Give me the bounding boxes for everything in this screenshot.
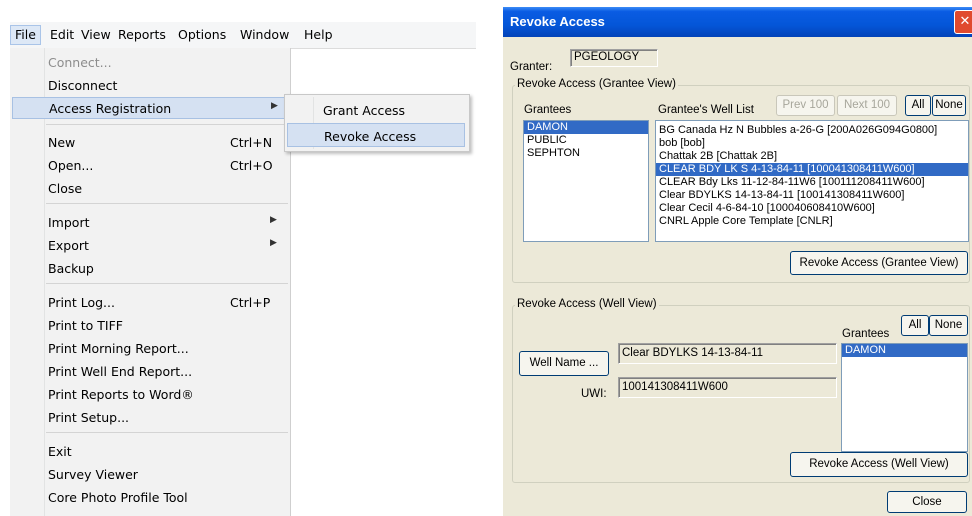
menu-item-exit[interactable]: Exit bbox=[12, 441, 288, 463]
well-name-button[interactable]: Well Name ... bbox=[519, 351, 609, 376]
menu-reports[interactable]: Reports bbox=[114, 26, 170, 44]
all-button-well-view[interactable]: All bbox=[901, 315, 929, 336]
list-item[interactable]: BG Canada Hz N Bubbles a-26-G [200A026G0… bbox=[656, 124, 968, 137]
grantees-well-view-label: Grantees bbox=[842, 328, 890, 340]
list-item[interactable]: PUBLIC bbox=[524, 134, 648, 147]
list-item[interactable]: Clear Cecil 4-6-84-10 [100040608410W600] bbox=[656, 202, 968, 215]
menu-bar: File Edit View Reports Options Window He… bbox=[10, 22, 476, 49]
submenu-arrow-icon: ▶ bbox=[270, 215, 277, 225]
wells-listbox[interactable]: BG Canada Hz N Bubbles a-26-G [200A026G0… bbox=[655, 120, 969, 242]
uwi-field: 100141308411W600 bbox=[618, 377, 837, 398]
menu-view[interactable]: View bbox=[77, 26, 115, 44]
uwi-label: UWI: bbox=[581, 388, 607, 400]
list-item[interactable]: Chattak 2B [Chattak 2B] bbox=[656, 150, 968, 163]
menu-item-print-well-end-report[interactable]: Print Well End Report... bbox=[12, 361, 288, 383]
revoke-well-view-button[interactable]: Revoke Access (Well View) bbox=[790, 452, 968, 477]
dialog-title: Revoke Access bbox=[510, 14, 605, 29]
menu-item-print-setup[interactable]: Print Setup... bbox=[12, 407, 288, 429]
granter-label: Granter: bbox=[510, 61, 553, 73]
well-list-label: Grantee's Well List bbox=[658, 104, 754, 116]
grantees-well-view-listbox[interactable]: DAMON bbox=[841, 343, 968, 452]
list-item[interactable]: bob [bob] bbox=[656, 137, 968, 150]
menu-item-disconnect[interactable]: Disconnect bbox=[12, 75, 288, 97]
list-item[interactable]: CLEAR BDY LK S 4-13-84-11 [100041308411W… bbox=[656, 163, 968, 176]
menu-window[interactable]: Window bbox=[236, 26, 293, 44]
well-view-group-title: Revoke Access (Well View) bbox=[515, 298, 659, 310]
list-item[interactable]: Clear BDYLKS 14-13-84-11 [100141308411W6… bbox=[656, 189, 968, 202]
menu-item-new[interactable]: New Ctrl+N bbox=[12, 132, 288, 154]
next-100-button[interactable]: Next 100 bbox=[837, 95, 897, 116]
list-item[interactable]: CLEAR Bdy Lks 11-12-84-11W6 [10011120841… bbox=[656, 176, 968, 189]
menu-item-export[interactable]: Export ▶ bbox=[12, 235, 288, 257]
menu-separator bbox=[46, 203, 288, 204]
menu-item-print-log[interactable]: Print Log... Ctrl+P bbox=[12, 292, 288, 314]
menu-item-open[interactable]: Open... Ctrl+O bbox=[12, 155, 288, 177]
all-button[interactable]: All bbox=[905, 95, 931, 116]
menu-item-backup[interactable]: Backup bbox=[12, 258, 288, 280]
menu-separator bbox=[46, 124, 288, 125]
close-icon[interactable]: ✕ bbox=[954, 10, 972, 34]
menu-item-print-morning-report[interactable]: Print Morning Report... bbox=[12, 338, 288, 360]
menu-file[interactable]: File bbox=[10, 25, 41, 45]
close-button[interactable]: Close bbox=[887, 491, 967, 513]
menu-item-close[interactable]: Close bbox=[12, 178, 288, 200]
menu-item-print-reports-to-word[interactable]: Print Reports to Word® bbox=[12, 384, 288, 406]
menu-item-import[interactable]: Import ▶ bbox=[12, 212, 288, 234]
submenu-arrow-icon: ▶ bbox=[271, 101, 278, 111]
list-item[interactable]: DAMON bbox=[842, 344, 967, 357]
menu-item-access-registration[interactable]: Access Registration ▶ bbox=[12, 97, 288, 119]
grantees-listbox[interactable]: DAMON PUBLIC SEPHTON bbox=[523, 120, 649, 242]
revoke-access-dialog: Revoke Access ✕ Granter: PGEOLOGY Revoke… bbox=[503, 7, 972, 516]
none-button-well-view[interactable]: None bbox=[929, 315, 968, 336]
menu-item-print-tiff[interactable]: Print to TIFF bbox=[12, 315, 288, 337]
menu-options[interactable]: Options bbox=[174, 26, 230, 44]
submenu-item-revoke-access[interactable]: Revoke Access bbox=[287, 123, 465, 147]
menu-separator bbox=[46, 432, 288, 433]
grantee-view-group-title: Revoke Access (Grantee View) bbox=[515, 78, 678, 90]
submenu-item-grant-access[interactable]: Grant Access bbox=[287, 98, 465, 122]
none-button[interactable]: None bbox=[932, 95, 966, 116]
menu-item-survey-viewer[interactable]: Survey Viewer bbox=[12, 464, 288, 486]
list-item[interactable]: CNRL Apple Core Template [CNLR] bbox=[656, 215, 968, 228]
menu-item-core-photo-profile-tool[interactable]: Core Photo Profile Tool bbox=[12, 487, 288, 509]
menu-edit[interactable]: Edit bbox=[46, 26, 78, 44]
file-menu: Connect... Disconnect Access Registratio… bbox=[10, 48, 291, 516]
access-registration-submenu: Grant Access Revoke Access bbox=[284, 94, 470, 152]
well-name-field: Clear BDYLKS 14-13-84-11 bbox=[618, 343, 837, 364]
prev-100-button[interactable]: Prev 100 bbox=[776, 95, 835, 116]
menu-help[interactable]: Help bbox=[300, 26, 337, 44]
submenu-arrow-icon: ▶ bbox=[270, 238, 277, 248]
list-item[interactable]: DAMON bbox=[524, 121, 648, 134]
granter-field: PGEOLOGY bbox=[570, 49, 658, 67]
list-item[interactable]: SEPHTON bbox=[524, 147, 648, 160]
menu-item-connect: Connect... bbox=[48, 55, 112, 70]
menu-separator bbox=[46, 283, 288, 284]
grantees-label: Grantees bbox=[524, 104, 572, 116]
revoke-grantee-view-button[interactable]: Revoke Access (Grantee View) bbox=[790, 251, 968, 275]
dialog-titlebar: Revoke Access ✕ bbox=[503, 7, 972, 37]
